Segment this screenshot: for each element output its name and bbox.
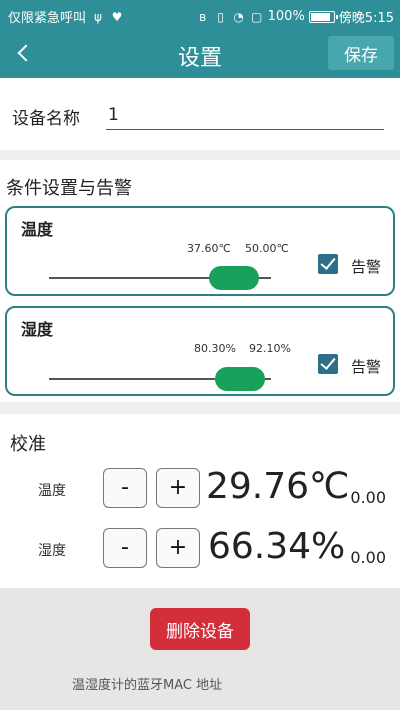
humidity-label: 湿度 bbox=[21, 320, 54, 339]
status-bar: 仅限紧急呼叫 ψ ♥ ʙ ▯ ◔ ▢ 100% 傍晚5:15 bbox=[0, 0, 400, 30]
humidity-alarm-checkbox[interactable] bbox=[318, 354, 338, 374]
humidity-range-thumb[interactable] bbox=[215, 367, 265, 391]
status-left: 仅限紧急呼叫 ψ ♥ bbox=[8, 7, 124, 27]
humidity-high-value: 92.10% bbox=[249, 342, 291, 355]
temperature-range-thumb[interactable] bbox=[209, 266, 259, 290]
device-name-label: 设备名称 bbox=[12, 109, 80, 129]
status-right: ʙ ▯ ◔ ▢ 100% 傍晚5:15 bbox=[196, 7, 394, 26]
humidity-reading: 66.34% bbox=[208, 526, 346, 567]
humidity-alarm-label: 告警 bbox=[351, 358, 382, 376]
calibration-title: 校准 bbox=[10, 434, 46, 455]
humidity-card: 湿度 80.30% 92.10% 告警 bbox=[5, 306, 395, 396]
delete-device-button[interactable]: 删除设备 bbox=[150, 608, 250, 650]
temperature-offset: 0.00 bbox=[350, 488, 386, 507]
battery-percent: 100% bbox=[267, 9, 305, 24]
heart-icon: ♥ bbox=[111, 9, 123, 24]
battery-icon bbox=[308, 10, 338, 23]
calibration-humidity-label: 湿度 bbox=[38, 543, 66, 559]
humidity-plus-button[interactable]: + bbox=[156, 528, 200, 568]
vibrate-icon: ▯ bbox=[217, 9, 224, 24]
temperature-reading: 29.76℃ bbox=[206, 466, 350, 507]
conditions-title: 条件设置与告警 bbox=[6, 178, 132, 199]
temperature-low-value: 37.60℃ bbox=[187, 242, 231, 255]
footer-section: 删除设备 温湿度计的蓝牙MAC 地址 bbox=[0, 588, 400, 710]
wifi-icon: ◔ bbox=[233, 9, 244, 24]
carrier-text: 仅限紧急呼叫 bbox=[8, 11, 87, 26]
save-button[interactable]: 保存 bbox=[328, 36, 394, 70]
humidity-low-value: 80.30% bbox=[194, 342, 236, 355]
calibration-temperature-label: 温度 bbox=[38, 483, 66, 499]
temperature-alarm-label: 告警 bbox=[351, 258, 382, 276]
mac-address-label: 温湿度计的蓝牙MAC 地址 bbox=[72, 678, 223, 693]
temperature-card: 温度 37.60℃ 50.00℃ 告警 bbox=[5, 206, 395, 296]
temperature-alarm-checkbox[interactable] bbox=[318, 254, 338, 274]
humidity-offset: 0.00 bbox=[350, 548, 386, 567]
device-name-input[interactable] bbox=[106, 100, 384, 130]
conditions-section: 条件设置与告警 温度 37.60℃ 50.00℃ 告警 湿度 80.30% 92… bbox=[0, 160, 400, 402]
temperature-plus-button[interactable]: + bbox=[156, 468, 200, 508]
clock: 傍晚5:15 bbox=[338, 11, 394, 26]
sim-icon: ▢ bbox=[250, 9, 263, 24]
bluetooth-icon: ʙ bbox=[199, 9, 207, 24]
temperature-label: 温度 bbox=[21, 220, 54, 239]
usb-icon: ψ bbox=[94, 9, 102, 24]
humidity-minus-button[interactable]: - bbox=[103, 528, 147, 568]
calibration-section: 校准 温度 - + 29.76℃ 0.00 湿度 - + 66.34% 0.00 bbox=[0, 414, 400, 588]
device-name-section: 设备名称 bbox=[0, 78, 400, 150]
app-bar: 设置 保存 bbox=[0, 30, 400, 78]
temperature-minus-button[interactable]: - bbox=[103, 468, 147, 508]
temperature-high-value: 50.00℃ bbox=[245, 242, 289, 255]
